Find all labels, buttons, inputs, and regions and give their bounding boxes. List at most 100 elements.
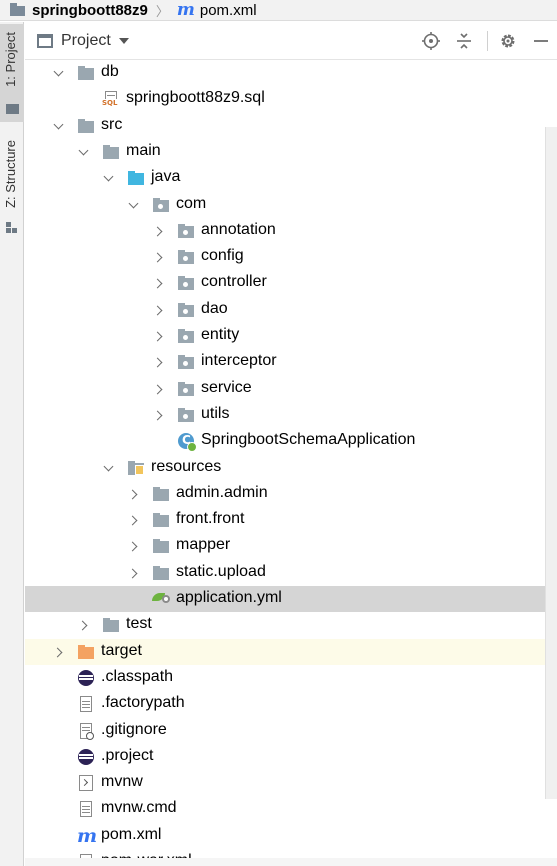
vertical-scrollbar[interactable]	[545, 127, 557, 799]
chevron-right-icon[interactable]	[79, 620, 89, 630]
tree-row-label: service	[201, 378, 252, 396]
tree-row-label: db	[101, 63, 119, 80]
project-panel-header: Project	[25, 22, 557, 60]
package-icon	[177, 407, 195, 423]
tree-row-label: resources	[151, 457, 222, 475]
tree-row-label: config	[201, 247, 244, 265]
chevron-right-icon[interactable]	[129, 489, 139, 499]
chevron-right-icon[interactable]	[154, 226, 164, 236]
chevron-down-icon[interactable]	[79, 146, 89, 156]
chevron-down-icon[interactable]	[118, 37, 129, 44]
tree-row-label: static.upload	[176, 562, 266, 580]
tree-row-label: SpringbootSchemaApplication	[201, 431, 416, 449]
tree-row-main[interactable]: main	[25, 139, 557, 165]
chevron-right-icon[interactable]	[154, 305, 164, 315]
folder-icon	[152, 486, 170, 502]
tree-row-gitignore[interactable]: .gitignore	[25, 718, 557, 744]
tree-row-springboott88z9-sql[interactable]: SQL springboott88z9.sql	[25, 86, 557, 112]
tree-row-label: mvnw	[101, 773, 143, 791]
chevron-right-icon[interactable]	[129, 541, 139, 551]
tree-row-springbootschemaapplication[interactable]: SpringbootSchemaApplication	[25, 428, 557, 454]
chevron-right-icon[interactable]	[154, 410, 164, 420]
package-icon	[177, 223, 195, 239]
tree-row-label: mapper	[176, 536, 231, 554]
chevron-down-icon[interactable]	[54, 67, 64, 77]
chevron-right-icon[interactable]	[129, 568, 139, 578]
chevron-right-icon[interactable]	[154, 384, 164, 394]
tree-row-dao[interactable]: dao	[25, 297, 557, 323]
tree-row-mvnw-cmd[interactable]: mvnw.cmd	[25, 796, 557, 822]
project-view-icon	[37, 33, 53, 48]
tree-row-static-upload[interactable]: static.upload	[25, 560, 557, 586]
tree-row-application-yml[interactable]: application.yml	[25, 586, 557, 612]
package-icon	[177, 249, 195, 265]
chevron-right-icon[interactable]	[154, 252, 164, 262]
chevron-down-icon[interactable]	[104, 172, 114, 182]
tree-row-test[interactable]: test	[25, 612, 557, 638]
chevron-right-icon[interactable]	[54, 647, 64, 657]
project-folder-icon	[10, 3, 27, 17]
excluded-folder-icon	[77, 644, 95, 660]
tree-row-utils[interactable]: utils	[25, 402, 557, 428]
tree-row-com[interactable]: com	[25, 192, 557, 218]
tree-row-classpath[interactable]: .classpath	[25, 665, 557, 691]
tree-row-controller[interactable]: controller	[25, 270, 557, 296]
folder-icon	[152, 512, 170, 528]
tree-row-src[interactable]: src	[25, 113, 557, 139]
source-folder-icon	[127, 170, 145, 186]
tree-row-db[interactable]: db	[25, 60, 557, 86]
tree-row-label: interceptor	[201, 352, 277, 370]
breadcrumb-project[interactable]: springboott88z9	[32, 2, 148, 19]
tree-row-label: application.yml	[176, 589, 282, 606]
tree-row-label: dao	[201, 299, 228, 317]
tree-row-interceptor[interactable]: interceptor	[25, 349, 557, 375]
tree-row-service[interactable]: service	[25, 376, 557, 402]
folder-icon	[102, 144, 120, 160]
collapse-all-icon[interactable]	[454, 31, 474, 51]
tree-row-pom-xml[interactable]: m pom.xml	[25, 823, 557, 849]
chevron-down-icon[interactable]	[104, 462, 114, 472]
tree-row-label: .project	[101, 746, 154, 764]
package-icon	[177, 275, 195, 291]
chevron-down-icon[interactable]	[129, 199, 139, 209]
tab-structure[interactable]: Z: Structure	[0, 134, 24, 244]
chevron-right-icon[interactable]	[154, 331, 164, 341]
chevron-right-icon[interactable]	[129, 515, 139, 525]
tree-row-entity[interactable]: entity	[25, 323, 557, 349]
tree-row-java[interactable]: java	[25, 165, 557, 191]
text-file-icon	[77, 801, 95, 818]
tree-row-label: utils	[201, 404, 230, 422]
structure-icon	[6, 222, 18, 234]
package-icon	[177, 381, 195, 397]
tree-row-factorypath[interactable]: .factorypath	[25, 691, 557, 717]
text-file-icon	[77, 696, 95, 713]
maven-icon: m	[176, 0, 195, 20]
shell-script-icon	[77, 775, 95, 792]
panel-title[interactable]: Project	[61, 32, 111, 50]
gear-icon[interactable]	[498, 31, 518, 51]
tree-row-admin-admin[interactable]: admin.admin	[25, 481, 557, 507]
tree-row-mvnw[interactable]: mvnw	[25, 770, 557, 796]
project-tree: db SQL springboott88z9.sql src main java com an…	[25, 60, 557, 866]
sql-file-icon: SQL	[102, 91, 120, 108]
left-tool-strip: 1: Project Z: Structure	[0, 22, 24, 866]
horizontal-scrollbar[interactable]	[25, 858, 557, 866]
tree-row-annotation[interactable]: annotation	[25, 218, 557, 244]
tree-row-project[interactable]: .project	[25, 744, 557, 770]
tree-row-label: springboott88z9.sql	[126, 89, 265, 107]
ignore-file-icon	[77, 722, 95, 740]
chevron-right-icon[interactable]	[154, 357, 164, 367]
tree-row-target[interactable]: target	[25, 638, 557, 665]
locate-icon[interactable]	[421, 31, 441, 51]
tree-row-label: main	[126, 141, 161, 159]
tab-project[interactable]: 1: Project	[0, 24, 24, 122]
minimize-icon[interactable]	[531, 31, 551, 51]
tree-row-resources[interactable]: resources	[25, 455, 557, 481]
chevron-right-icon[interactable]	[154, 278, 164, 288]
tree-row-config[interactable]: config	[25, 244, 557, 270]
tab-project-label: 1: Project	[3, 32, 18, 87]
tree-row-mapper[interactable]: mapper	[25, 533, 557, 559]
tree-row-front-front[interactable]: front.front	[25, 507, 557, 533]
breadcrumb-file[interactable]: pom.xml	[200, 2, 257, 19]
chevron-down-icon[interactable]	[54, 120, 64, 130]
